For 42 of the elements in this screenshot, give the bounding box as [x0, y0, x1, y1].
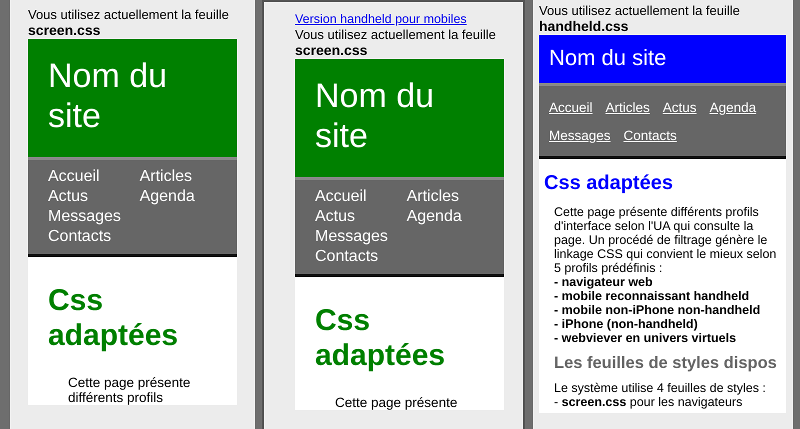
nav-link[interactable]: Accueil [549, 94, 593, 122]
intro-paragraph: Cette page présente différents profils d'interface selon l'UA qui consulte la page. Un procédé de filtrage génère le linkage CSS qui convient le mieux selon 5 profils prédéfinis : [554, 205, 778, 275]
intro-paragraph: Cette page présente [334, 394, 458, 410]
nav-link[interactable]: Contacts [624, 122, 677, 150]
nav-link[interactable]: Accueil [48, 167, 100, 187]
site-header: Nom du site [295, 59, 504, 177]
nav-link[interactable]: Contacts [48, 227, 195, 247]
nav-link[interactable]: Actus [315, 207, 367, 227]
nav-link[interactable]: Messages [48, 207, 195, 227]
profile-item: - iPhone (non-handheld) [554, 317, 699, 331]
nav-link[interactable]: Agenda [140, 187, 195, 207]
nav-link[interactable]: Messages [549, 122, 611, 150]
nav-link[interactable]: Agenda [710, 94, 756, 122]
profile-item: - mobile non-iPhone non-handheld [554, 303, 762, 317]
nav-link[interactable]: Agenda [406, 207, 462, 227]
page-heading: Css adaptées [543, 171, 674, 195]
site-header: Nom du site [539, 35, 786, 83]
nav-link[interactable]: Messages [315, 227, 462, 247]
page-heading: Css adaptées [47, 283, 180, 353]
profile-item: - mobile reconnaissant handheld [554, 289, 750, 303]
stylesheet-notice: Vous utilisez actuellement la feuille [539, 3, 740, 18]
section-paragraph: Le système utilise 4 feuilles de styles : [554, 381, 767, 395]
nav-link[interactable]: Contacts [315, 247, 462, 267]
stylesheet-name: handheld.css [539, 18, 628, 35]
stylesheet-item: - screen.css pour les navigateurs [554, 395, 744, 409]
section-heading: Les feuilles de styles dispos [554, 353, 778, 373]
nav-link[interactable]: Actus [662, 94, 697, 122]
mobile-version-link[interactable]: Version handheld pour mobiles [295, 12, 467, 27]
nav-link[interactable]: Articles [406, 187, 462, 207]
nav-link[interactable]: Articles [606, 94, 650, 122]
stylesheet-notice: Vous utilisez actuellement la feuille [28, 7, 229, 22]
profile-item: - navigateur web [554, 275, 654, 289]
intro-paragraph: Cette page présente différents profils [67, 374, 192, 405]
stylesheet-name: screen.css [28, 22, 100, 39]
nav-link[interactable]: Articles [140, 167, 195, 187]
profile-item: - webviever en univers virtuels [554, 331, 738, 345]
site-header: Nom du site [28, 39, 237, 157]
nav-link[interactable]: Actus [48, 187, 100, 207]
page-heading: Css adaptées [314, 303, 446, 373]
stylesheet-name: screen.css [295, 42, 368, 59]
stylesheet-notice: Vous utilisez actuellement la feuille [295, 27, 496, 42]
nav-link[interactable]: Accueil [315, 187, 367, 207]
